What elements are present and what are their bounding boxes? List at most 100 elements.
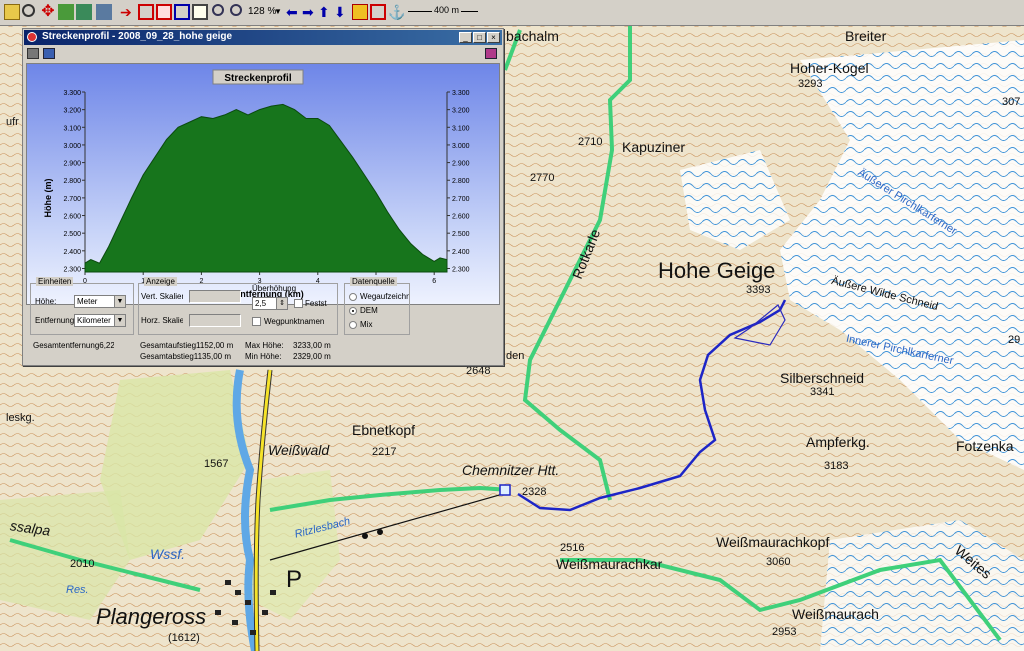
close-button[interactable]: × <box>487 32 500 43</box>
window-icon[interactable] <box>96 4 112 20</box>
label-res: Res. <box>66 584 89 596</box>
label-3341: 3341 <box>810 386 835 398</box>
y-tick-label-right: 3.200 <box>452 108 470 115</box>
wegpunktnamen-checkbox[interactable] <box>252 317 261 326</box>
window-title: Streckenprofil - 2008_09_28_hohe geige <box>42 31 233 42</box>
minimize-button[interactable]: _ <box>459 32 472 43</box>
vert-skalierung-slider[interactable] <box>189 290 241 303</box>
spinner-icon[interactable]: ⇕ <box>276 298 287 309</box>
app-icon <box>27 32 37 42</box>
arrow-down-icon[interactable]: ⬇ <box>334 4 350 20</box>
y-tick-label-right: 2.600 <box>452 214 470 221</box>
entfernung-select[interactable]: Kilometer ▼ <box>74 314 126 327</box>
gesamtentfernung: Gesamtentfernung6,22 km <box>33 341 114 350</box>
label-wssf: Wssf. <box>150 546 185 562</box>
label-2648: 2648 <box>466 365 491 377</box>
profile-chart[interactable]: Streckenprofil Höhe (m) Entfernung (km) … <box>27 64 499 304</box>
label-plangeross: Plangeross <box>96 604 207 629</box>
profile-window[interactable]: Streckenprofil - 2008_09_28_hohe geige _… <box>22 28 504 366</box>
print-frame-icon[interactable] <box>192 4 208 20</box>
chevron-down-icon: ▼ <box>114 315 125 326</box>
label-2710: 2710 <box>578 136 603 148</box>
gesamtabstieg: Gesamtabstieg1135,00 m <box>140 352 232 361</box>
arrow-up-icon[interactable]: ⬆ <box>318 4 334 20</box>
move-arrows-icon[interactable]: ✥ <box>40 4 56 20</box>
route-arrow-icon[interactable]: ➔ <box>120 4 136 20</box>
hut-marker-icon[interactable] <box>499 484 511 496</box>
print-icon[interactable] <box>27 48 39 59</box>
label-chemnitzer-hutte: Chemnitzer Htt. <box>462 462 560 478</box>
y-tick-label-right: 3.000 <box>452 143 470 150</box>
anchor-icon[interactable]: ⚓ <box>388 4 405 20</box>
window-titlebar[interactable]: Streckenprofil - 2008_09_28_hohe geige _… <box>24 30 502 45</box>
label-ebnetkopf: Ebnetkopf <box>352 422 416 438</box>
label-2328: 2328 <box>522 486 547 498</box>
y-tick-label: 2.400 <box>63 249 81 256</box>
radio-dem[interactable] <box>349 307 357 315</box>
min-hoehe-value: 2329,00 m <box>293 352 331 361</box>
festst-checkbox[interactable] <box>294 299 303 308</box>
frame-red2-icon[interactable] <box>156 4 172 20</box>
y-tick-label-right: 2.700 <box>452 196 470 203</box>
frame-blue-icon[interactable] <box>174 4 190 20</box>
hoehe-value: Meter <box>77 297 98 306</box>
terrain-icon[interactable] <box>58 4 74 20</box>
label-breiter: Breiter <box>845 28 887 44</box>
label-ampferkg: Ampferkg. <box>806 434 870 450</box>
label-weisswald: Weißwald <box>268 442 330 458</box>
label-307: 307 <box>1002 96 1021 108</box>
group-datenquelle-title: Datenquelle <box>350 277 397 286</box>
y-tick-label-right: 2.500 <box>452 231 470 238</box>
vert-skalierung-label: Vert. Skalierung <box>141 292 183 301</box>
y-tick-label: 2.500 <box>63 231 81 238</box>
dem-label: DEM <box>360 306 378 315</box>
ueberhoehung-label: Überhöhung <box>252 284 297 293</box>
group-anzeige: Anzeige Vert. Skalierung Horz. Skalierun… <box>138 277 338 335</box>
ueberhoehung-input[interactable]: 2,5 ⇕ <box>252 297 288 310</box>
ueberhoehung-value: 2,5 <box>255 299 267 308</box>
y-tick-label: 2.800 <box>63 178 81 185</box>
y-tick-label-right: 2.300 <box>452 266 470 273</box>
y-tick-label-right: 3.100 <box>452 125 470 132</box>
y-tick-label: 3.100 <box>63 125 81 132</box>
label-1612: (1612) <box>168 632 200 644</box>
radio-mix[interactable] <box>349 321 357 329</box>
radio-wegaufzeichnung[interactable] <box>349 293 357 301</box>
label-hohe-geige-height: 3393 <box>746 284 771 296</box>
maximize-button[interactable]: □ <box>473 32 486 43</box>
export-icon[interactable] <box>43 48 55 59</box>
label-weissmaurachkar: Weißmaurachkar <box>556 556 663 572</box>
arrow-left-icon[interactable]: ⬅ <box>286 4 302 20</box>
label-weissmaurachkopf: Weißmaurachkopf <box>716 534 830 550</box>
box-icon[interactable] <box>370 4 386 20</box>
arrow-right-icon[interactable]: ➡ <box>302 4 318 20</box>
x-tick-label: 6 <box>432 278 436 285</box>
mix-icon[interactable] <box>352 4 368 20</box>
parking-label: P <box>286 566 303 593</box>
zoom-icon[interactable] <box>22 4 35 17</box>
hoehe-label: Höhe: <box>35 297 57 306</box>
label-3183: 3183 <box>824 460 849 472</box>
group-datenquelle: Datenquelle Wegaufzeichnung DEM Mix <box>344 277 410 335</box>
wegaufzeichnung-label: Wegaufzeichnung <box>360 292 409 301</box>
group-einheiten: Einheiten Höhe: Meter ▼ Entfernung: Kilom… <box>30 277 134 335</box>
label-hohe-geige: Hohe Geige <box>658 258 776 283</box>
label-29: 29 <box>1008 334 1021 346</box>
horz-skalierung-label: Horz. Skalierung <box>141 316 183 325</box>
map-icon[interactable] <box>76 4 92 20</box>
hoehe-select[interactable]: Meter ▼ <box>74 295 126 308</box>
zoom-out-icon[interactable] <box>212 4 224 16</box>
label-2217: 2217 <box>372 446 397 458</box>
zoom-in-icon[interactable] <box>230 4 242 16</box>
open-folder-icon[interactable] <box>4 4 20 20</box>
y-tick-label-right: 2.400 <box>452 249 470 256</box>
label-kapuziner: Kapuziner <box>622 139 686 155</box>
y-tick-label: 2.900 <box>63 161 81 168</box>
settings-icon[interactable] <box>485 48 497 59</box>
frame-red-icon[interactable] <box>138 4 154 20</box>
y-tick-label: 2.700 <box>63 196 81 203</box>
zoom-level[interactable]: 128 % <box>248 6 276 17</box>
horz-skalierung-slider[interactable] <box>189 314 241 327</box>
label-bachalm: bachalm <box>506 28 559 44</box>
label-ufr: ufr <box>6 116 19 128</box>
